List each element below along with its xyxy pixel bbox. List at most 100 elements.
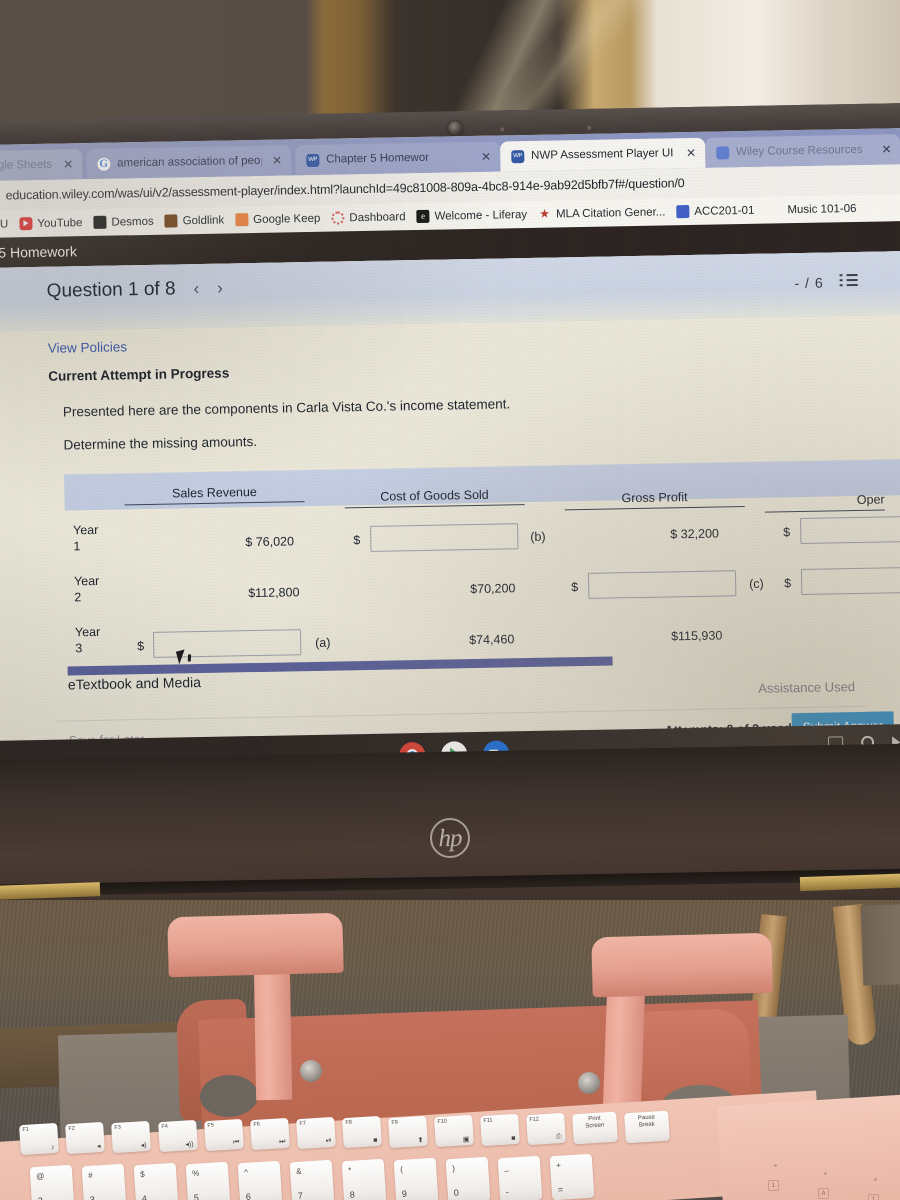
row-label-top: Year — [73, 573, 100, 589]
close-icon[interactable]: ✕ — [481, 150, 491, 164]
bookmark-label: Music 101-06 — [787, 202, 857, 216]
cell-gross-profit-year3: $115,930 — [670, 628, 723, 644]
bookmark-dashboard[interactable]: Dashboard — [331, 210, 406, 225]
url-text: education.wiley.com/was/ui/v2/assessment… — [5, 176, 685, 203]
bookmark-music101[interactable]: Music 101-06 — [787, 202, 856, 215]
bookmark-google-keep[interactable]: Google Keep — [235, 212, 320, 227]
stand-leg-cap-right — [591, 932, 773, 998]
desk-edge — [860, 904, 900, 986]
tab-google-sheets[interactable]: ogle Sheets ✕ — [0, 149, 83, 181]
key-f3[interactable]: F3 ◂) — [111, 1120, 152, 1154]
row-label-bottom: 1 — [73, 539, 81, 554]
row-label-bottom: 3 — [75, 641, 83, 656]
input-gross-profit-year2[interactable] — [587, 570, 737, 599]
bookmark-liferay[interactable]: e Welcome - Liferay — [416, 208, 527, 224]
tab-chapter-5-homework[interactable]: WP Chapter 5 Homework ✕ — [294, 141, 501, 176]
wiley-icon: WP — [306, 153, 320, 167]
google-icon: G — [97, 157, 111, 171]
wiley-course-icon — [715, 145, 730, 160]
dashboard-icon — [331, 211, 345, 225]
google-keep-icon — [235, 213, 249, 227]
cell-cogs-year2: $70,200 — [470, 581, 516, 597]
key-5[interactable]: % 5 — [185, 1161, 231, 1200]
answer-tag-c: (c) — [749, 576, 764, 591]
key-print-screen[interactable]: Print Screen — [571, 1111, 618, 1145]
key-0[interactable]: ) 0 — [446, 1156, 491, 1200]
bookmark-wsu[interactable]: WSU — [0, 218, 8, 230]
tab-label: Chapter 5 Homework — [326, 151, 429, 166]
laptop-screen: ogle Sheets ✕ G american association of … — [0, 128, 900, 785]
key-f7[interactable]: F7 ⏯ — [295, 1117, 336, 1150]
next-question-button[interactable]: › — [217, 279, 223, 299]
question-prompt-line2: Determine the missing amounts. — [63, 433, 258, 453]
income-statement-table: Sales Revenue Cost of Goods Sold Gross P… — [64, 459, 900, 676]
key-f8[interactable]: F8 ■ — [341, 1116, 382, 1149]
attempt-status: Current Attempt in Progress — [48, 365, 230, 384]
keyboard-right-panel — [716, 1093, 900, 1200]
cell-sales-revenue-year1: $ 76,020 — [245, 534, 295, 550]
currency-symbol: $ — [783, 525, 791, 540]
key-4[interactable]: $4 — [133, 1162, 179, 1200]
key-2[interactable]: @2 — [29, 1164, 75, 1200]
goldlink-icon — [164, 214, 178, 228]
bookmark-acc201[interactable]: ACC201-01 — [676, 204, 755, 219]
input-cogs-year1[interactable] — [370, 523, 519, 552]
key-=[interactable]: + = — [550, 1154, 595, 1200]
question-title-row: Question 1 of 8 ‹ › — [46, 278, 223, 303]
keyboard-led — [774, 1164, 777, 1167]
bookmark-label: WSU — [0, 217, 9, 231]
key-8[interactable]: * 8 — [341, 1158, 387, 1200]
stand-hinge — [300, 1060, 322, 1082]
key-6[interactable]: ^ 6 — [237, 1160, 283, 1200]
key-f2[interactable]: F2 ◂ — [65, 1121, 106, 1154]
key-7[interactable]: & 7 — [289, 1159, 335, 1200]
keyboard-led — [874, 1178, 877, 1181]
close-icon[interactable]: ✕ — [63, 157, 73, 171]
bookmark-label: MLA Citation Gener... — [555, 205, 666, 220]
key-f12[interactable]: F12 ⎙ — [525, 1112, 566, 1146]
bookmark-goldlink[interactable]: Goldlink — [164, 214, 225, 228]
key-f9[interactable]: F9 ⬆ — [387, 1115, 428, 1148]
question-title: Question 1 of 8 — [46, 278, 176, 302]
key-pause-break[interactable]: Pause Break — [623, 1110, 670, 1144]
row-label-bottom: 2 — [74, 590, 82, 605]
key-9[interactable]: (9 — [393, 1157, 439, 1200]
bookmark-label: YouTube — [37, 216, 83, 230]
stand-leg-cap-left — [167, 912, 344, 978]
tab-nwp-assessment-player[interactable]: WP NWP Assessment Player UI Ap ✕ — [499, 137, 706, 172]
close-icon[interactable]: ✕ — [881, 142, 891, 156]
tab-american-association[interactable]: G american association of peop ✕ — [85, 145, 292, 180]
youtube-icon — [19, 217, 33, 231]
key-f5[interactable]: F5 ⏮ — [203, 1118, 244, 1152]
mla-icon: ★ — [537, 206, 552, 221]
keyboard-indicator: 1 — [868, 1194, 879, 1200]
input-operating-year1[interactable] — [799, 516, 900, 545]
tab-label: Wiley Course Resources — [735, 143, 863, 159]
close-icon[interactable]: ✕ — [272, 153, 282, 167]
tab-wiley-course-resources[interactable]: Wiley Course Resources ✕ — [704, 134, 900, 168]
bookmark-mla-citation[interactable]: ★ MLA Citation Gener... — [537, 205, 666, 221]
close-icon[interactable]: ✕ — [686, 146, 696, 160]
liferay-icon: e — [416, 209, 430, 224]
key-f10[interactable]: F10 ▣ — [433, 1114, 474, 1147]
bookmark-desmos[interactable]: Desmos — [93, 215, 154, 229]
column-header-sales-revenue: Sales Revenue — [124, 484, 305, 506]
key-f6[interactable]: F6 ⏭ — [249, 1118, 290, 1151]
view-policies-link[interactable]: View Policies — [48, 325, 900, 355]
key-3[interactable]: #3 — [81, 1163, 127, 1200]
etextbook-and-media-link[interactable]: eTextbook and Media — [68, 674, 201, 692]
bookmark-youtube[interactable]: YouTube — [19, 216, 83, 231]
key--[interactable]: _ - — [498, 1155, 543, 1200]
key-f1[interactable]: F1 ♪ — [19, 1122, 60, 1155]
prev-question-button[interactable]: ‹ — [193, 279, 199, 299]
keyboard-led — [824, 1172, 827, 1175]
input-sales-revenue-year3[interactable] — [152, 629, 302, 658]
table-row: Year 2 — [74, 573, 100, 605]
key-f11[interactable]: F11 ■ — [479, 1113, 520, 1146]
tab-label: ogle Sheets — [0, 158, 53, 172]
input-operating-year2[interactable] — [800, 567, 900, 596]
stand-hinge — [578, 1072, 600, 1094]
list-icon[interactable] — [840, 273, 858, 288]
bookmark-label: ACC201-01 — [694, 204, 755, 218]
key-f4[interactable]: F4 ◂)) — [157, 1119, 198, 1153]
